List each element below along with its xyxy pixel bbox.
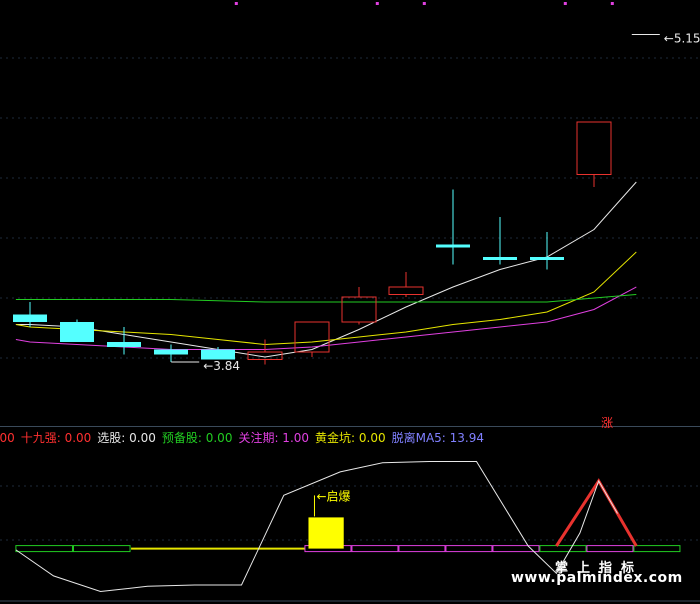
- candle-body: [201, 349, 235, 360]
- candle: [388, 272, 424, 297]
- state-strip: [445, 545, 493, 553]
- candle: [60, 319, 94, 342]
- top-dot: [610, 2, 614, 5]
- qibao-bar: [308, 517, 344, 549]
- legend-item: 预备股: 0.00: [162, 431, 233, 445]
- top-dot: [563, 2, 567, 5]
- rise-marker: 涨: [601, 415, 613, 430]
- candle: [294, 321, 330, 357]
- state-strip: [633, 545, 681, 553]
- candle: [436, 189, 470, 265]
- candle-body: [341, 296, 377, 323]
- candle: [576, 121, 612, 187]
- candle: [201, 347, 235, 360]
- grid-lines: [0, 57, 700, 602]
- state-strip: [15, 545, 73, 553]
- state-strip: [72, 545, 131, 553]
- state-strip: [351, 545, 399, 553]
- price-label: ←3.84: [203, 359, 240, 373]
- candle-body: [107, 342, 141, 347]
- candle-body: [388, 286, 424, 295]
- candle: [483, 217, 517, 265]
- state-strip: [586, 545, 634, 553]
- price-label: ←5.15: [664, 32, 700, 46]
- watermark-url: www.palmindex.com: [511, 570, 683, 586]
- top-dot: [422, 2, 426, 5]
- signal-triangle: [555, 478, 638, 547]
- legend-item: 十九强: 0.00: [21, 431, 92, 445]
- state-strip: [492, 545, 540, 553]
- state-strip: [539, 545, 587, 553]
- legend-item: 脱离MA5: 13.94: [392, 430, 484, 445]
- top-dot: [375, 2, 379, 5]
- state-strip: [398, 545, 446, 553]
- candle: [13, 302, 47, 327]
- candle-body: [576, 121, 612, 175]
- legend-item: 选股: 0.00: [97, 431, 156, 445]
- qibao-label: ←启爆: [316, 489, 350, 503]
- candle-body: [436, 244, 470, 248]
- candle: [154, 344, 188, 362]
- candlestick-panel: ←5.15 ←3.84 涨: [13, 2, 700, 430]
- candle-body: [483, 257, 517, 260]
- legend-item: 3.00: [0, 431, 15, 445]
- candle-body: [530, 257, 564, 260]
- top-dot: [234, 2, 238, 5]
- candle-body: [154, 349, 188, 355]
- indicator-legend: 3.00 十九强: 0.00 选股: 0.00 预备股: 0.00 关注期: 1.00 黄…: [0, 430, 484, 445]
- legend-item: 关注期: 1.00: [238, 430, 309, 445]
- legend-item: 黄金坑: 0.00: [315, 430, 386, 445]
- candle-body: [60, 322, 94, 342]
- candle-body: [13, 314, 47, 322]
- candle: [341, 287, 377, 325]
- chart-canvas: ←5.15 ←3.84 涨 3.00 十九强: 0.00 选股: 0.00 预备股: 0.…: [0, 2, 700, 602]
